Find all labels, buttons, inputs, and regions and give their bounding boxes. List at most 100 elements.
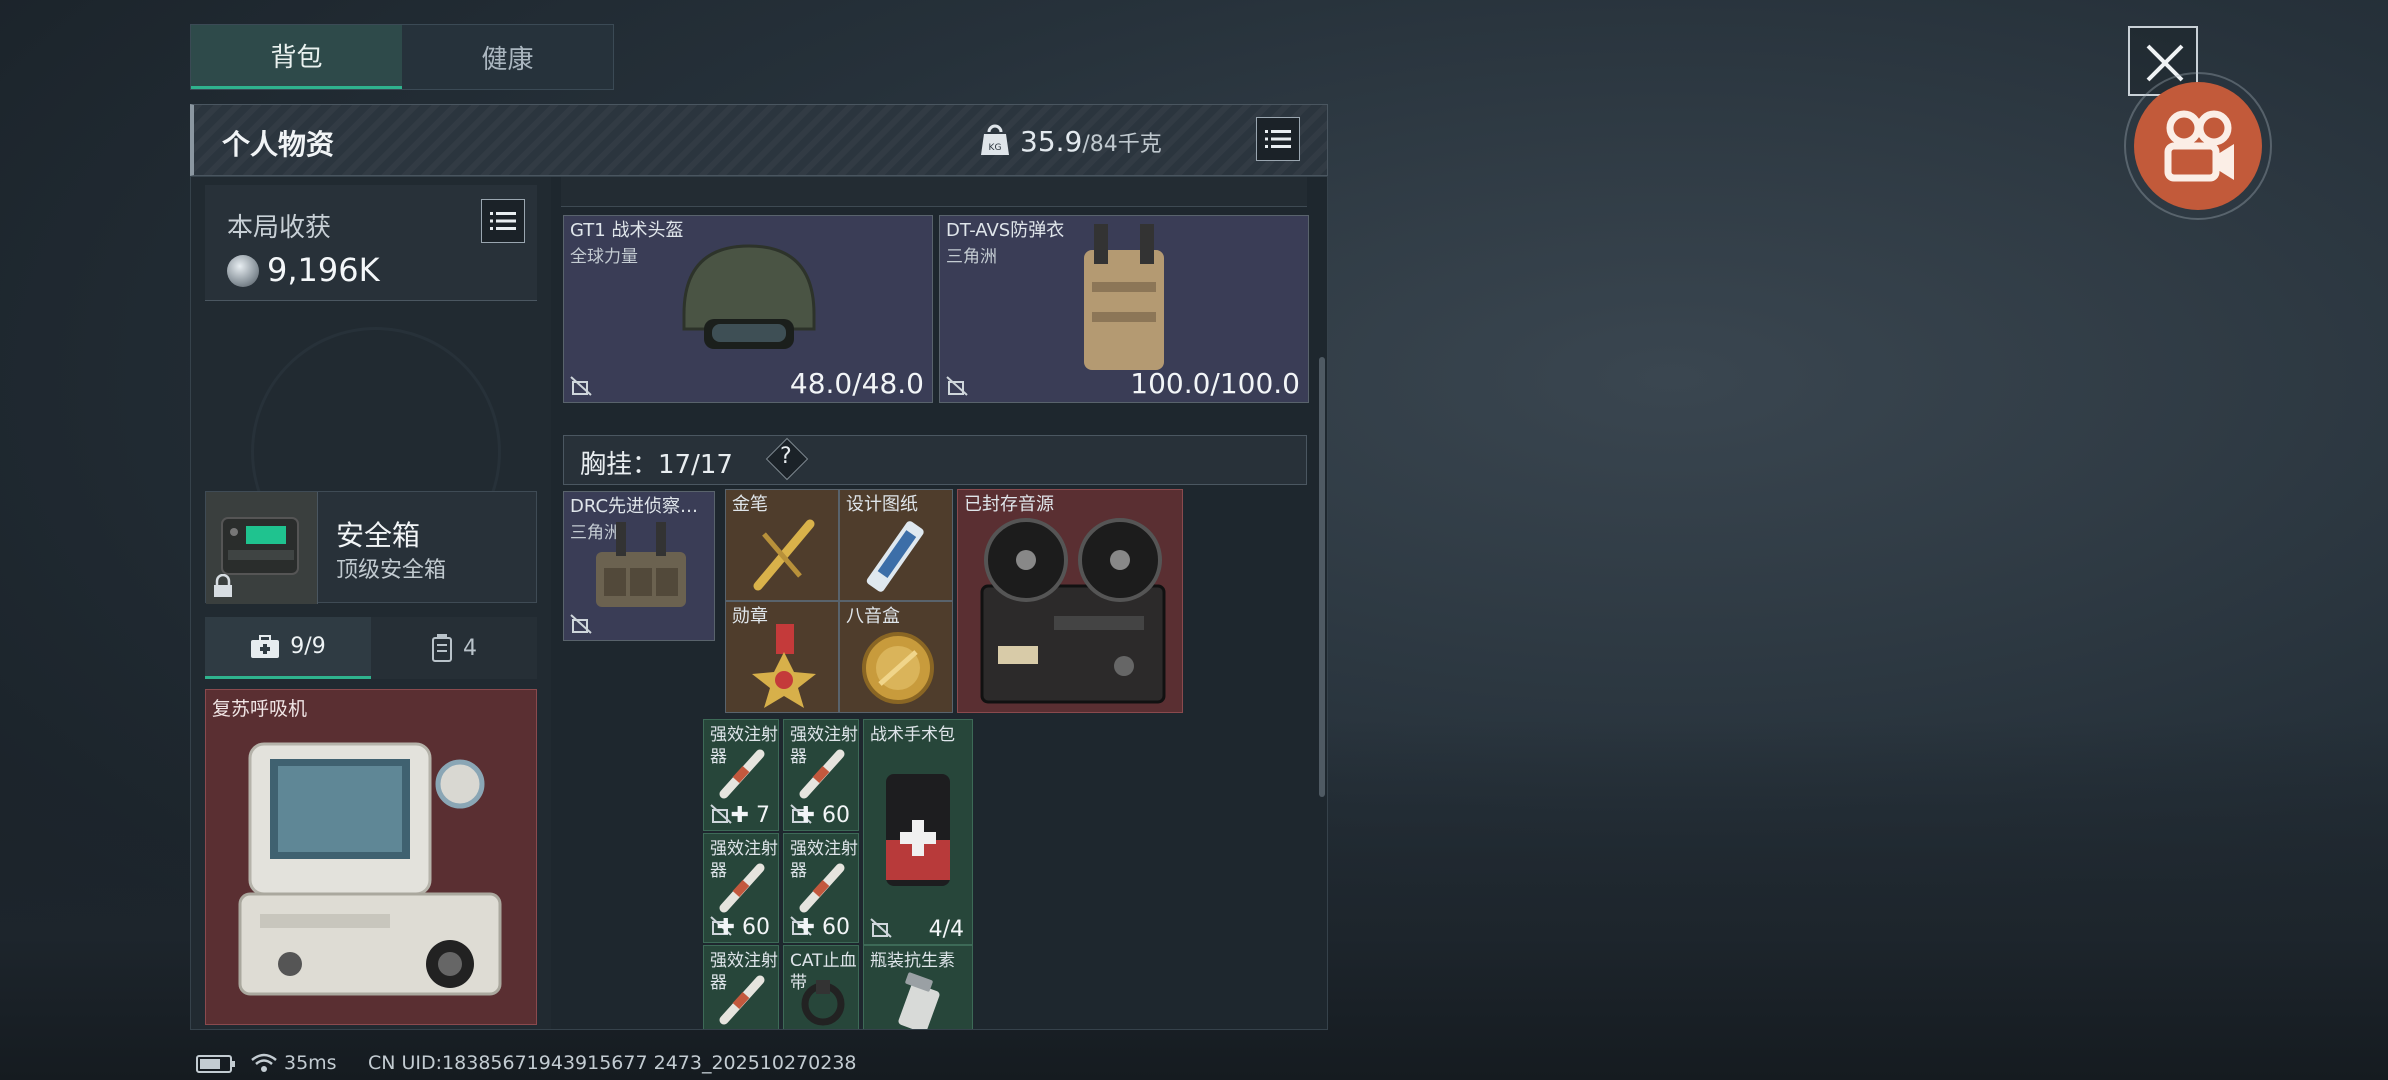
screen-record-button[interactable] [2134, 82, 2262, 210]
item-revive-ventilator[interactable]: 复苏呼吸机 [205, 689, 537, 1025]
weight-current: 35.9 [1020, 125, 1083, 158]
battery-icon [196, 1055, 235, 1073]
medkit-icon [251, 634, 280, 658]
uses-value: 60 [822, 915, 850, 940]
item-chest-rig[interactable]: DRC先进侦察… 三角洲 [563, 491, 715, 641]
item-design-blueprint[interactable]: 设计图纸 [839, 489, 953, 601]
uses-value: 7 [756, 803, 770, 828]
canister-icon [432, 634, 452, 662]
reel-recorder-icon [980, 518, 1166, 704]
right-column: GT1 战术头盔 全球力量 48.0/48.0 DT-AVS防弹衣 三角洲 10… [553, 177, 1327, 1029]
scrollbar[interactable] [1319, 357, 1325, 797]
item-strong-injector[interactable]: 强效注射器 ✚ 60 [783, 719, 859, 831]
weight-icon: KG [981, 124, 1009, 155]
item-sealed-audio-source[interactable]: 已封存音源 [957, 489, 1183, 713]
canister-slots-count: 4 [463, 635, 477, 661]
weight-readout: 35.9/84千克 [1020, 125, 1162, 158]
no-drop-icon [870, 918, 892, 938]
tab-health[interactable]: 健康 [402, 25, 613, 89]
item-strong-injector[interactable]: 强效注射器 [703, 945, 779, 1029]
item-tactical-surgery-kit[interactable]: 战术手术包 4/4 [863, 719, 973, 945]
uses-value: 60 [822, 803, 850, 828]
item-subtitle: 全球力量 [570, 247, 638, 267]
item-strong-injector[interactable]: 强效注射器 ✚ 60 [783, 833, 859, 943]
safebox-slot[interactable]: 安全箱 顶级安全箱 [205, 491, 537, 604]
item-uses: ✚ 60 [796, 915, 850, 940]
item-name: 设计图纸 [846, 494, 918, 515]
item-name: 瓶装抗生素 [870, 951, 955, 971]
chest-rig-bar: 胸挂：17/17 ? [563, 435, 1307, 485]
item-name: 金笔 [732, 494, 768, 515]
tab-canister-slots[interactable]: 4 [371, 617, 537, 679]
item-strong-injector[interactable]: 强效注射器 ✚ 7 [703, 719, 779, 831]
durability-value: 48.0/48.0 [789, 367, 924, 400]
svg-text:KG: KG [989, 143, 1002, 153]
medkit-slots-count: 9/9 [290, 634, 326, 659]
help-glyph: ? [780, 444, 792, 469]
item-helmet[interactable]: GT1 战术头盔 全球力量 48.0/48.0 [563, 215, 933, 403]
top-tabs: 背包 健康 [190, 24, 614, 90]
no-drop-icon [570, 614, 592, 634]
tab-medkit-slots[interactable]: 9/9 [205, 617, 371, 679]
item-name: 已封存音源 [964, 494, 1054, 515]
safebox-title: 安全箱 [336, 519, 421, 552]
coin-icon [227, 255, 259, 287]
harvest-value: 9,196K [267, 251, 380, 289]
item-music-box[interactable]: 八音盒 [839, 601, 953, 713]
ventilator-icon [238, 742, 502, 996]
page-title: 个人物资 [222, 128, 335, 161]
durability-value: 100.0/100.0 [1130, 367, 1300, 400]
lock-icon [214, 574, 232, 597]
tourniquet-icon [801, 980, 845, 1026]
inventory-panel: 本局收获 9,196K 安全箱 顶级安全箱 9/9 4 复苏呼吸机 GT1 战术… [190, 176, 1328, 1030]
item-subtitle: 三角洲 [946, 247, 997, 267]
safebox-subtitle: 顶级安全箱 [336, 558, 447, 583]
blueprint-icon [866, 521, 924, 592]
camera-record-icon [2164, 110, 2234, 182]
medal-icon [752, 624, 816, 708]
harvest-card: 本局收获 9,196K [205, 185, 537, 301]
header-menu-button[interactable] [1256, 117, 1300, 161]
injector-icon [719, 749, 765, 799]
injector-icon [799, 749, 845, 799]
surgery-kit-icon [886, 774, 950, 886]
uses-value: 60 [742, 915, 770, 940]
tab-backpack[interactable]: 背包 [191, 25, 402, 89]
list-icon [1265, 130, 1291, 148]
chest-rig-capacity: 胸挂：17/17 [580, 450, 733, 480]
item-strong-injector[interactable]: 强效注射器 ✚ 60 [703, 833, 779, 943]
harvest-label: 本局收获 [227, 213, 332, 243]
chest-rig-icon [596, 522, 686, 607]
item-medal[interactable]: 勋章 [725, 601, 839, 713]
list-icon [490, 212, 516, 230]
helmet-icon [682, 244, 816, 349]
ping-value: 35ms [284, 1052, 337, 1074]
left-column: 本局收获 9,196K 安全箱 顶级安全箱 9/9 4 复苏呼吸机 [191, 177, 551, 1029]
container-tabs: 9/9 4 [205, 617, 537, 679]
pen-icon [753, 519, 815, 591]
personal-supplies-header: 个人物资 KG 35.9/84千克 [190, 104, 1328, 176]
safebox-image [206, 492, 318, 604]
harvest-menu-button[interactable] [481, 199, 525, 243]
item-name: 战术手术包 [870, 725, 955, 745]
music-box-icon [862, 632, 934, 704]
uid-text: CN UID:18385671943915677 2473_2025102702… [368, 1052, 857, 1074]
wifi-icon [251, 1053, 277, 1072]
item-uses: ✚ 60 [796, 803, 850, 828]
item-uses: ✚ 60 [716, 915, 770, 940]
no-drop-icon [570, 376, 592, 396]
no-drop-icon [946, 376, 968, 396]
item-name: DT-AVS防弹衣 [946, 220, 1065, 241]
pill-bottle-icon [898, 972, 940, 1029]
item-uses: 4/4 [928, 917, 964, 942]
injector-icon [719, 863, 765, 913]
top-slot-strip [561, 177, 1307, 207]
injector-icon [719, 975, 765, 1025]
item-bottled-antibiotics[interactable]: 瓶装抗生素 [863, 945, 973, 1029]
item-uses: ✚ 7 [730, 803, 770, 828]
item-gold-pen[interactable]: 金笔 [725, 489, 839, 601]
injector-icon [799, 863, 845, 913]
item-cat-tourniquet[interactable]: CAT止血带 [783, 945, 859, 1029]
item-armor-vest[interactable]: DT-AVS防弹衣 三角洲 100.0/100.0 [939, 215, 1309, 403]
weight-max: /84千克 [1082, 132, 1162, 157]
